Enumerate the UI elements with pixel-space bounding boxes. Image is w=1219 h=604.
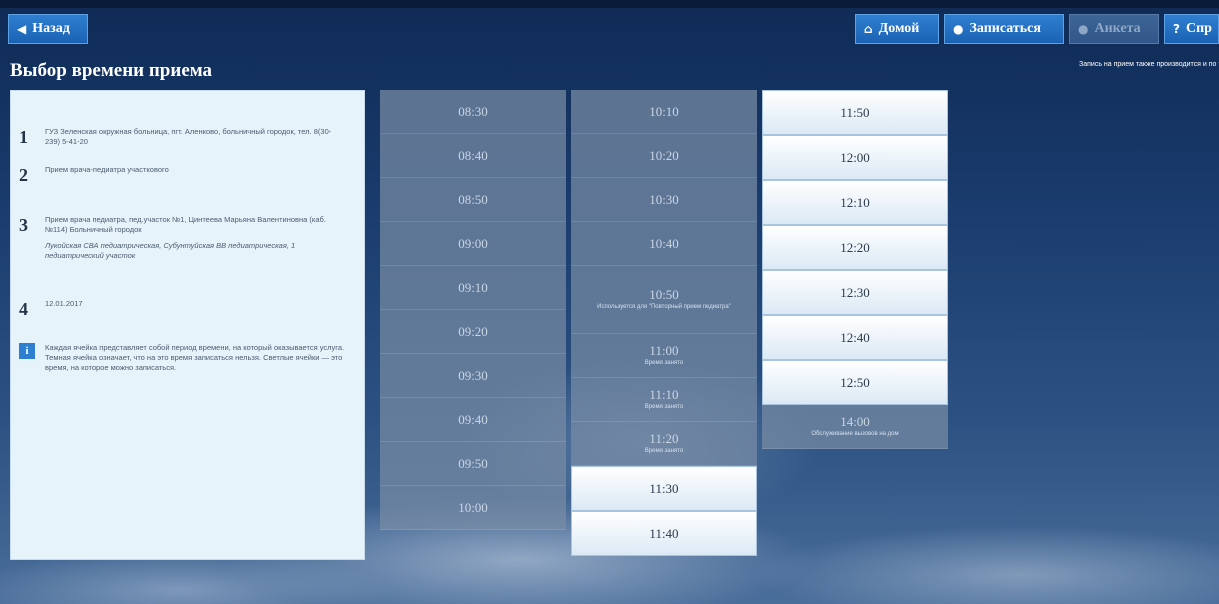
time-slot: 10:40 (571, 222, 757, 266)
signup-button[interactable]: ● Записаться (944, 14, 1064, 44)
time-column-3: 11:50 12:00 12:10 12:20 12:30 12:40 12:50 14:00… (762, 90, 948, 449)
time-column-2: 10:10 10:20 10:30 10:40 10:50 Используется дл… (571, 90, 757, 556)
speech-bubble-icon: ● (1078, 22, 1089, 36)
time-slot: 09:10 (380, 266, 566, 310)
time-slot-time: 14:00 (840, 414, 870, 429)
time-slot: 09:20 (380, 310, 566, 354)
help-label: Спр (1185, 21, 1212, 36)
home-icon: ⌂ (864, 22, 873, 36)
home-button[interactable]: ⌂ Домой (855, 14, 939, 44)
step-number: 1 (19, 127, 28, 147)
back-button[interactable]: ◀ Назад (8, 14, 88, 44)
time-slot: 10:20 (571, 134, 757, 178)
time-slot: 09:40 (380, 398, 566, 442)
time-slot-time: 12:40 (840, 329, 870, 345)
time-slot: 11:00 Время занято (571, 334, 757, 378)
time-slot-time: 11:10 (649, 387, 679, 402)
time-slot[interactable]: 12:00 (762, 135, 948, 180)
time-slot: 10:10 (571, 90, 757, 134)
time-slot-time: 11:00 (649, 343, 679, 358)
step-text: Прием врача педиатра, пед.участок №1, Ци… (45, 215, 326, 234)
speech-bubble-icon: ● (953, 22, 964, 36)
time-slot-time: 12:00 (840, 149, 870, 165)
time-slot-time: 11:20 (649, 431, 679, 446)
selected-date: 12.01.2017 (45, 299, 83, 308)
time-slot-time: 10:30 (649, 191, 679, 207)
time-slot-time: 08:30 (458, 103, 488, 119)
time-slot: 08:30 (380, 90, 566, 134)
step-text: Прием врача-педиатра участкового (45, 165, 169, 174)
question-icon: ? (1173, 22, 1180, 36)
time-slot[interactable]: 11:50 (762, 90, 948, 135)
time-slot[interactable]: 12:20 (762, 225, 948, 270)
step-number: 4 (19, 299, 28, 319)
time-slot[interactable]: 12:40 (762, 315, 948, 360)
time-slot-caption: Время занято (644, 404, 684, 410)
time-slot: 09:00 (380, 222, 566, 266)
time-slot-time: 09:30 (458, 367, 488, 383)
time-slot-time: 10:10 (649, 103, 679, 119)
info-panel: 1 ГУЗ Зеленская окружная больница, пгт. … (10, 90, 365, 560)
phone-note: Запись на прием также производится и по … (1079, 61, 1219, 68)
info-icon: i (19, 343, 35, 359)
time-slot-time: 10:00 (458, 499, 488, 515)
info-text: Каждая ячейка представляет собой период … (45, 343, 345, 372)
time-slot-time: 09:40 (458, 411, 488, 427)
time-slot: 09:50 (380, 442, 566, 486)
survey-label: Анкета (1094, 21, 1141, 36)
step-number: 3 (19, 215, 28, 235)
time-slot-time: 11:50 (840, 104, 870, 120)
time-slot[interactable]: 12:50 (762, 360, 948, 405)
time-slot-caption: Время занято (644, 360, 684, 366)
time-slot-time: 10:20 (649, 147, 679, 163)
time-slot-time: 09:00 (458, 235, 488, 251)
time-slot: 09:30 (380, 354, 566, 398)
step-subtext: Лукойская СВА педиатрическая, Субунтуйск… (45, 241, 296, 260)
signup-label: Записаться (969, 21, 1041, 36)
time-slot: 11:10 Время занято (571, 378, 757, 422)
time-slot-time: 10:40 (649, 235, 679, 251)
time-slot[interactable]: 11:30 (571, 466, 757, 511)
time-slot: 11:20 Время занято (571, 422, 757, 466)
time-slot-time: 09:50 (458, 455, 488, 471)
top-bar (0, 0, 1219, 8)
step-4: 4 12.01.2017 (19, 299, 345, 319)
time-slot: 10:50 Используется для "Повторный прием п… (571, 266, 757, 334)
step-2: 2 Прием врача-педиатра участкового (19, 165, 345, 185)
page-title: Выбор времени приема (10, 60, 213, 81)
time-slot-time: 12:50 (840, 374, 870, 390)
step-number: 2 (19, 165, 28, 185)
time-slot-time: 09:20 (458, 323, 488, 339)
time-slot-time: 11:30 (649, 480, 679, 496)
time-slot-time: 09:10 (458, 279, 488, 295)
info-hint: i Каждая ячейка представляет собой перио… (19, 343, 350, 373)
time-slot-caption: Используется для "Повторный прием педиат… (597, 304, 731, 310)
time-slot-time: 08:40 (458, 147, 488, 163)
home-label: Домой (878, 21, 920, 36)
back-label: Назад (32, 21, 70, 36)
time-slot: 10:30 (571, 178, 757, 222)
time-slot-time: 12:10 (840, 194, 870, 210)
survey-button[interactable]: ● Анкета (1069, 14, 1159, 44)
time-slot: 10:00 (380, 486, 566, 530)
step-1: 1 ГУЗ Зеленская окружная больница, пгт. … (19, 127, 345, 147)
step-3: 3 Прием врача педиатра, пед.участок №1, … (19, 215, 345, 261)
time-slot[interactable]: 12:30 (762, 270, 948, 315)
time-slot[interactable]: 11:40 (571, 511, 757, 556)
time-slot-caption: Обслуживание вызовов на дом (811, 431, 899, 437)
time-slot-time: 08:50 (458, 191, 488, 207)
time-slot: 14:00 Обслуживание вызовов на дом (762, 405, 948, 449)
time-slot-time: 11:40 (649, 525, 679, 541)
time-slot-time: 12:20 (840, 239, 870, 255)
time-slot-caption: Время занято (644, 448, 684, 454)
time-slot[interactable]: 12:10 (762, 180, 948, 225)
time-slot-time: 10:50 (649, 287, 679, 302)
step-text: ГУЗ Зеленская окружная больница, пгт. Ал… (45, 127, 332, 146)
arrow-left-icon: ◀ (17, 22, 27, 36)
time-slot-time: 12:30 (840, 284, 870, 300)
time-slot: 08:40 (380, 134, 566, 178)
time-slot: 08:50 (380, 178, 566, 222)
help-button[interactable]: ? Спр (1164, 14, 1219, 44)
time-column-1: 08:30 08:40 08:50 09:00 09:10 09:20 09:30 09:40… (380, 90, 566, 530)
